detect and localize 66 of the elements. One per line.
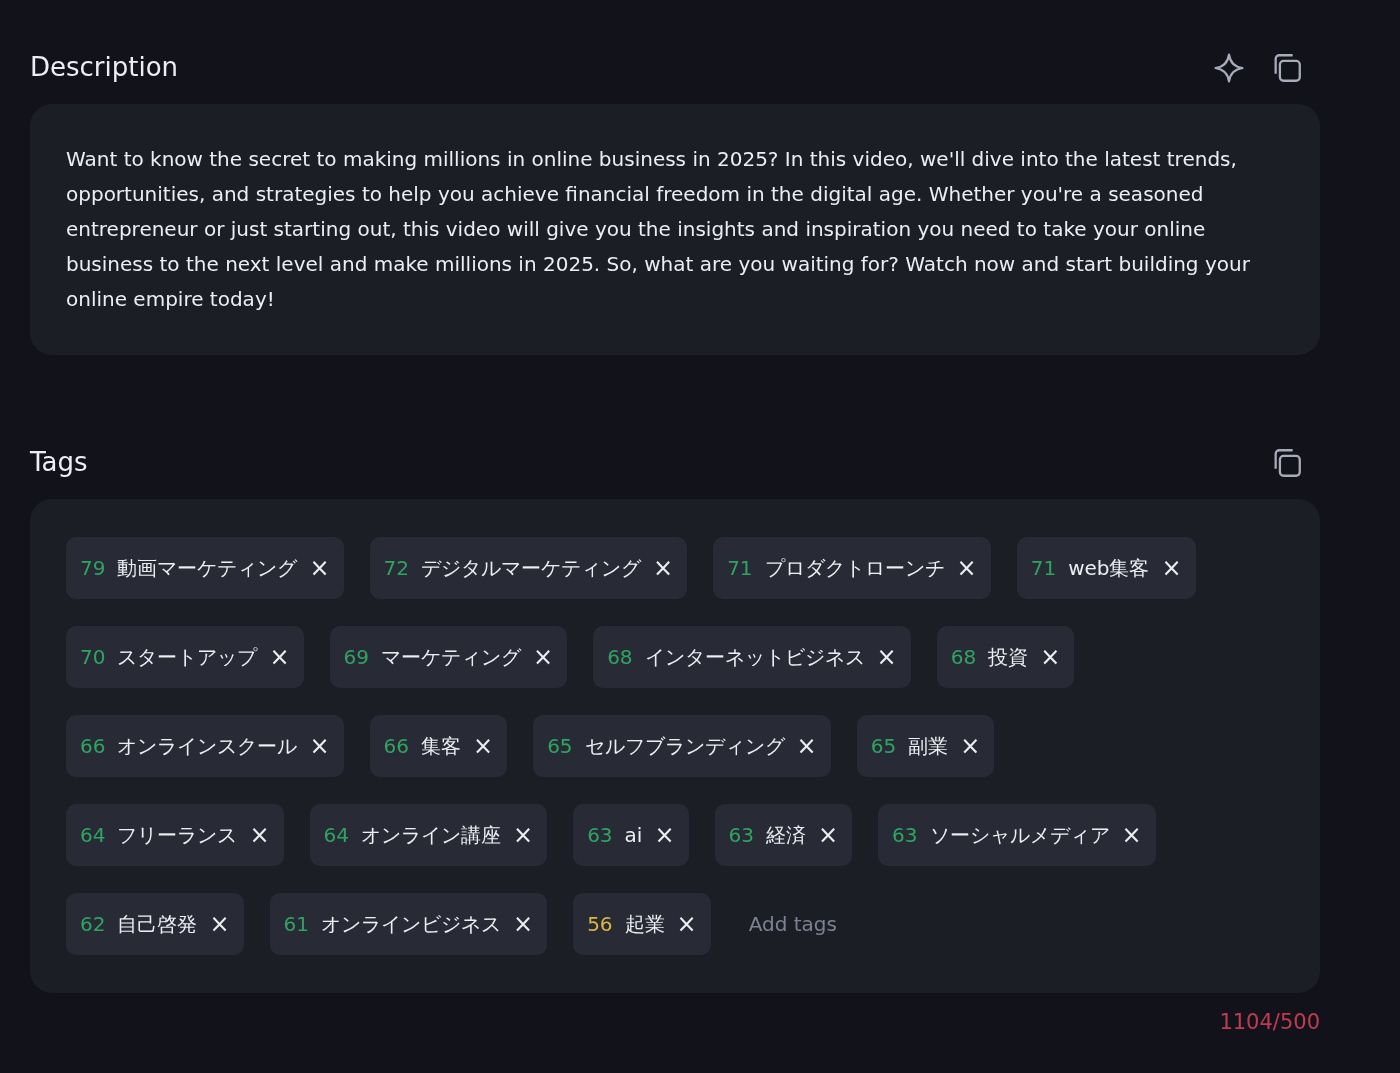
remove-tag-button[interactable]: × xyxy=(513,912,534,936)
tag-score: 64 xyxy=(323,822,349,849)
tag-label: 動画マーケティング xyxy=(117,555,298,582)
tag-score: 70 xyxy=(80,644,106,671)
tag-score: 63 xyxy=(587,822,613,849)
tag-score: 68 xyxy=(950,644,977,671)
remove-tag-button[interactable]: × xyxy=(796,734,817,758)
tag-score: 66 xyxy=(80,733,106,760)
tag-label: インターネットビジネス xyxy=(644,644,865,671)
tag-score: 69 xyxy=(343,644,369,671)
remove-tag-button[interactable]: × xyxy=(513,823,534,847)
tag-score: 63 xyxy=(728,822,754,849)
sparkle-icon[interactable] xyxy=(1212,51,1246,85)
add-tags-input[interactable]: Add tags xyxy=(736,909,937,939)
tag-score: 72 xyxy=(383,555,409,582)
section-title: Description xyxy=(30,52,179,84)
remove-tag-button[interactable]: × xyxy=(1161,556,1182,580)
tag-label: オンラインスクール xyxy=(117,733,298,760)
tag-label: 集客 xyxy=(421,733,461,760)
tag-score: 65 xyxy=(547,733,573,760)
tag-label: ai xyxy=(624,822,643,849)
remove-tag-button[interactable]: × xyxy=(269,645,290,669)
tag-label: セルフブランディング xyxy=(584,733,785,760)
tag-label: ソーシャルメディア xyxy=(929,822,1110,849)
tag-label: 起業 xyxy=(624,911,665,938)
tag-score: 64 xyxy=(80,822,106,849)
tag-label: web集客 xyxy=(1068,555,1150,582)
tag-label: デジタルマーケティング xyxy=(421,555,641,582)
remove-tag-button[interactable]: × xyxy=(817,823,839,847)
remove-tag-button[interactable]: × xyxy=(654,823,675,847)
tag-label: オンラインビジネス xyxy=(321,911,501,938)
remove-tag-button[interactable]: × xyxy=(1040,645,1061,669)
tag-label: 副業 xyxy=(908,733,949,760)
tag-score: 66 xyxy=(383,733,409,760)
tag-label: 自己啓発 xyxy=(117,911,198,938)
remove-tag-button[interactable]: × xyxy=(956,556,977,580)
section-title: Tags xyxy=(30,447,88,479)
remove-tag-button[interactable]: × xyxy=(209,912,230,936)
remove-tag-button[interactable]: × xyxy=(960,734,981,758)
remove-tag-button[interactable]: × xyxy=(309,734,330,758)
remove-tag-button[interactable]: × xyxy=(876,645,897,669)
tag-score: 56 xyxy=(587,911,613,938)
tag-score: 62 xyxy=(80,911,106,938)
tag-score: 63 xyxy=(892,822,918,849)
tag-score: 71 xyxy=(1030,555,1057,582)
tag-label: プロダクトローンチ xyxy=(764,555,945,582)
remove-tag-button[interactable]: × xyxy=(1121,823,1142,847)
description-text: Want to know the secret to making millions in online business in 2025? In this video, we'll dive into the latest trends, opportunities, and strategies to help you achieve financial freedom in the digital age. Whether you're a seasoned entrepreneur or just starting out, this video will give you the insights and inspiration you need to take your online business to the next level and make millions in 2025. So, what are you waiting for? Watch now and start building your online empire today! xyxy=(66,146,1251,313)
remove-tag-button[interactable]: × xyxy=(533,645,554,669)
tag-score: 65 xyxy=(870,733,897,760)
remove-tag-button[interactable]: × xyxy=(653,556,674,580)
tag-label: フリーランス xyxy=(117,822,238,849)
remove-tag-button[interactable]: × xyxy=(676,912,697,936)
tag-score: 61 xyxy=(283,911,309,938)
remove-tag-button[interactable]: × xyxy=(473,734,494,758)
character-counter: 1104/500 xyxy=(1218,1009,1320,1036)
tag-label: 投資 xyxy=(988,644,1029,671)
tag-label: オンライン講座 xyxy=(361,822,501,849)
remove-tag-button[interactable]: × xyxy=(249,823,270,847)
remove-tag-button[interactable]: × xyxy=(309,556,330,580)
tag-label: マーケティング xyxy=(381,644,521,671)
tag-label: 経済 xyxy=(765,822,806,849)
tag-label: スタートアップ xyxy=(117,644,258,671)
tag-score: 79 xyxy=(80,555,106,582)
tag-score: 68 xyxy=(607,644,633,671)
tag-score: 71 xyxy=(727,555,753,582)
